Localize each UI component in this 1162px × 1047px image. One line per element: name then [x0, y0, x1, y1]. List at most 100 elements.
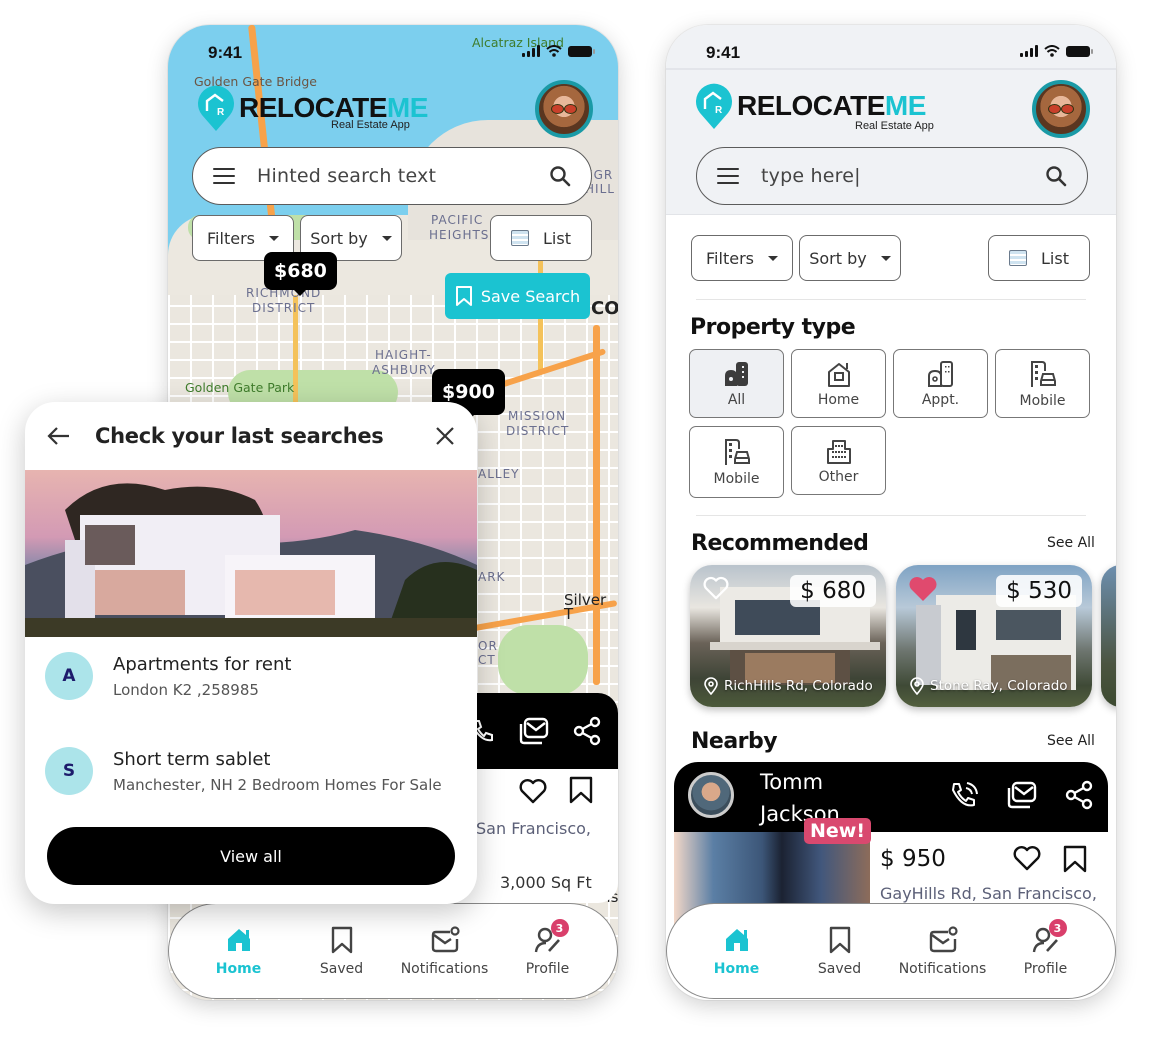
last-search-item[interactable]: A Apartments for rent London K2 ,258985 [45, 652, 465, 700]
status-bar: 9:41 [168, 25, 618, 75]
brand-subtitle: Real Estate App [331, 119, 410, 131]
logo-pin-icon: R [696, 83, 732, 129]
caret-down-icon [381, 235, 392, 241]
phone-icon[interactable] [948, 780, 980, 812]
brand-accent: ME [884, 90, 927, 121]
bottom-nav: Home Saved Notifications 3 Profile [666, 903, 1116, 999]
mobile-home-icon [1030, 360, 1056, 387]
divider [696, 515, 1086, 516]
search-input[interactable]: Hinted search text [257, 165, 549, 187]
sort-dropdown[interactable]: Sort by [799, 235, 901, 281]
search-bar[interactable]: Hinted search text [192, 147, 592, 205]
list-label: List [1041, 248, 1069, 268]
save-search-label: Save Search [480, 286, 581, 306]
bookmark-icon [829, 926, 850, 954]
map-label: HEIGHTS [429, 228, 490, 242]
filters-label: Filters [706, 248, 754, 268]
bookmark-icon [331, 926, 352, 954]
mail-notification-icon [431, 926, 460, 953]
recommended-see-all-link[interactable]: See All [1047, 535, 1095, 551]
nav-home[interactable]: Home [189, 925, 289, 977]
caret-down-icon [880, 255, 891, 261]
svg-text:R: R [217, 107, 225, 118]
signal-icon [522, 45, 540, 57]
bookmark-icon [455, 286, 472, 306]
save-search-button[interactable]: Save Search [445, 273, 590, 319]
list-icon [1009, 250, 1028, 266]
nav-home[interactable]: Home [687, 925, 787, 977]
nav-saved[interactable]: Saved [292, 925, 392, 977]
mail-icon[interactable] [518, 716, 550, 746]
heart-icon[interactable] [518, 777, 548, 805]
share-icon[interactable] [1064, 780, 1094, 810]
nav-home-label: Home [713, 961, 760, 977]
map-label: OR [478, 639, 498, 653]
heart-icon[interactable] [1012, 844, 1042, 872]
search-icon[interactable] [549, 165, 571, 187]
brand-name: RELOCATE [737, 90, 885, 121]
recommended-card[interactable]: $ 680 RichHills Rd, Colorado [690, 565, 886, 707]
recommended-price: $ 680 [790, 575, 876, 607]
map-label: MISSION [508, 409, 567, 423]
search-icon[interactable] [1045, 165, 1067, 187]
status-bar: 9:41 [666, 25, 1116, 70]
property-type-apartment[interactable]: Appt. [893, 349, 988, 418]
heart-outline-icon[interactable] [702, 575, 730, 601]
share-icon[interactable] [572, 716, 602, 746]
initial-avatar: A [45, 652, 93, 700]
apartment-icon [927, 360, 953, 387]
nav-profile[interactable]: 3 Profile [996, 919, 1096, 977]
notification-badge: 3 [1048, 919, 1067, 937]
map-label: ASHBURY [372, 363, 436, 377]
list-view-button[interactable]: List [490, 215, 592, 261]
search-bar[interactable]: type here| [696, 147, 1088, 205]
building-icon [826, 439, 851, 464]
location-pin-icon [704, 677, 718, 695]
search-item-title: Apartments for rent [113, 653, 292, 675]
menu-icon[interactable] [717, 168, 739, 184]
user-avatar[interactable] [535, 80, 593, 138]
property-type-label: Mobile [713, 471, 760, 487]
filters-dropdown[interactable]: Filters [691, 235, 793, 281]
mobile-home-icon [724, 439, 750, 465]
list-view-button[interactable]: List [988, 235, 1090, 281]
search-input[interactable]: type here| [761, 165, 1045, 187]
nav-saved-label: Saved [319, 961, 364, 977]
recommended-card-partial[interactable] [1101, 565, 1116, 707]
bookmark-icon[interactable] [568, 775, 594, 805]
property-type-all[interactable]: All [689, 349, 784, 418]
nav-profile[interactable]: 3 Profile [498, 919, 598, 977]
property-type-label: Other [818, 468, 859, 485]
close-icon[interactable] [435, 426, 455, 446]
user-avatar[interactable] [1032, 80, 1090, 138]
nearby-title: Nearby [691, 729, 778, 754]
recommended-location: RichHills Rd, Colorado [724, 678, 873, 694]
property-type-title: Property type [690, 315, 856, 340]
bookmark-icon[interactable] [1062, 844, 1088, 874]
back-arrow-icon[interactable] [47, 426, 71, 446]
property-type-mobile[interactable]: Mobile [689, 426, 784, 498]
property-type-home[interactable]: Home [791, 349, 886, 418]
nav-notifications[interactable]: Notifications [395, 925, 495, 977]
heart-filled-icon[interactable] [908, 575, 938, 603]
caret-down-icon [767, 255, 778, 261]
battery-icon [1066, 46, 1093, 57]
nearby-address: GayHills Rd, San Francisco, [880, 884, 1097, 903]
menu-icon[interactable] [213, 168, 235, 184]
property-type-other[interactable]: Other [791, 426, 886, 495]
last-searches-dialog: Check your last searches A Apartments fo… [25, 402, 477, 904]
nearby-price: $ 950 [880, 846, 946, 872]
last-search-item[interactable]: S Short term sablet Manchester, NH 2 Bed… [45, 747, 465, 795]
list-icon [511, 230, 530, 246]
agent-avatar[interactable] [688, 772, 734, 818]
nearby-see-all-link[interactable]: See All [1047, 733, 1095, 749]
recommended-card[interactable]: $ 530 Stone Ray, Colorado [896, 565, 1092, 707]
property-type-label: Mobile [1019, 392, 1066, 409]
nav-saved[interactable]: Saved [790, 925, 890, 977]
nav-notifications[interactable]: Notifications [893, 925, 993, 977]
mail-icon[interactable] [1006, 780, 1038, 810]
price-pin[interactable]: $680 [264, 252, 337, 296]
view-all-button[interactable]: View all [47, 827, 455, 885]
property-type-mobile[interactable]: Mobile [995, 349, 1090, 418]
all-properties-icon [724, 361, 748, 386]
